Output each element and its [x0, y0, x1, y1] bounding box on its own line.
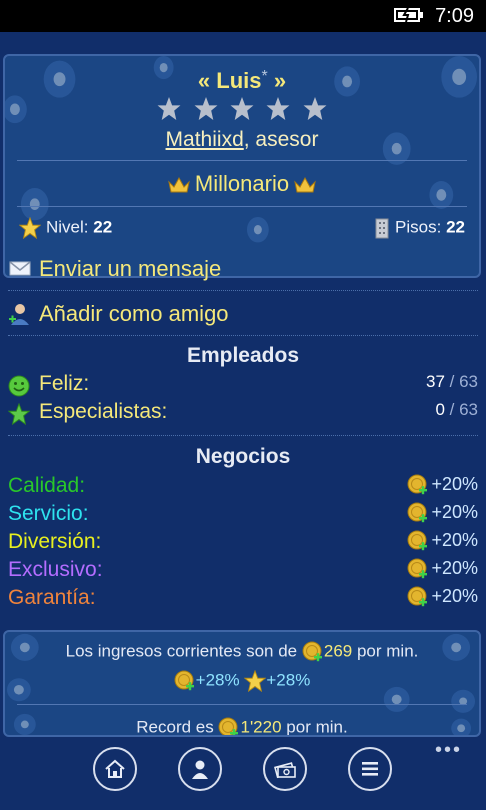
list-icon: [362, 762, 378, 776]
rating-star-icon: [303, 97, 327, 120]
divider: [8, 435, 478, 436]
battery-charging-icon: [394, 8, 423, 22]
level-value: 22: [93, 217, 113, 237]
business-row-guarantee: Garantía: +20%: [8, 586, 478, 609]
rank-label: Millonario: [194, 171, 290, 196]
owner-line: Mathiixd, asesor: [165, 128, 319, 151]
home-button[interactable]: [93, 747, 137, 791]
player-name: Luis: [216, 68, 262, 93]
income-amount: 269: [323, 641, 353, 661]
coin-plus-icon: [407, 474, 428, 495]
employees-specialists-row: Especialistas: 0 / 63: [8, 400, 478, 426]
employees-happy-row: Feliz: 37 / 63: [8, 372, 478, 398]
profile-card: « Luis* » Mathiixd, asesor Millonario Ni…: [3, 54, 481, 278]
coin-plus-icon: [407, 586, 428, 607]
income-card: Los ingresos corrientes son de 269 por m…: [3, 630, 481, 737]
business-row-fun: Diversión: +20%: [8, 530, 478, 553]
more-menu-button[interactable]: •••: [435, 739, 462, 762]
owner-link[interactable]: Mathiixd: [166, 128, 244, 151]
rating-star-icon: [194, 97, 218, 120]
profile-button[interactable]: [178, 747, 222, 791]
home-icon: [105, 759, 125, 778]
profile-icon: [192, 760, 208, 779]
money-icon: [274, 762, 296, 779]
divider: [8, 290, 478, 291]
add-friend-button[interactable]: Añadir como amigo: [8, 297, 478, 337]
send-message-button[interactable]: Enviar un mensaje: [8, 252, 478, 292]
coin-plus-icon: [407, 558, 428, 579]
player-title: « Luis* »: [197, 68, 287, 93]
divider: [17, 704, 467, 705]
coin-plus-icon: [302, 641, 322, 662]
specialists-count: 0: [435, 400, 445, 419]
smiley-icon: [8, 375, 30, 397]
crown-icon: [294, 177, 316, 193]
coin-plus-icon: [174, 670, 194, 691]
status-bar: 7:09: [0, 0, 486, 32]
floors-value: 22: [446, 217, 465, 237]
rank: Millonario: [5, 171, 479, 197]
money-button[interactable]: [263, 747, 307, 791]
coin-plus-icon: [407, 502, 428, 523]
star-icon: [8, 403, 30, 425]
app-bar: •••: [0, 737, 486, 810]
envelope-icon: [9, 261, 31, 276]
star-icon: [244, 670, 267, 692]
income-line: Los ingresos corrientes son de 269 por m…: [5, 641, 479, 663]
level-info: Nivel: 22: [18, 216, 113, 240]
floors-info: Pisos: 22: [374, 217, 465, 239]
rating-star-icon: [157, 97, 181, 120]
divider: [17, 160, 467, 161]
star-icon: [18, 216, 42, 240]
coin-plus-icon: [407, 530, 428, 551]
building-icon: [375, 218, 389, 239]
divider: [8, 335, 478, 336]
rating-star-icon: [230, 97, 254, 120]
record-line: Record es 1'220 por min.: [5, 717, 479, 737]
employees-heading: Empleados: [186, 344, 300, 367]
clock: 7:09: [435, 5, 474, 27]
crown-icon: [168, 177, 190, 193]
list-button[interactable]: [348, 747, 392, 791]
coin-plus-icon: [218, 717, 239, 735]
star-rating: [5, 96, 479, 126]
business-row-service: Servicio: +20%: [8, 502, 478, 525]
rating-star-icon: [266, 97, 290, 120]
income-bonus-line: +28% +28%: [5, 670, 479, 692]
add-friend-icon: [9, 304, 29, 325]
happy-count: 37: [425, 372, 445, 391]
business-row-quality: Calidad: +20%: [8, 474, 478, 497]
divider: [17, 206, 467, 207]
record-amount: 1'220: [240, 717, 282, 737]
business-row-exclusive: Exclusivo: +20%: [8, 558, 478, 581]
business-heading: Negocios: [195, 445, 291, 468]
